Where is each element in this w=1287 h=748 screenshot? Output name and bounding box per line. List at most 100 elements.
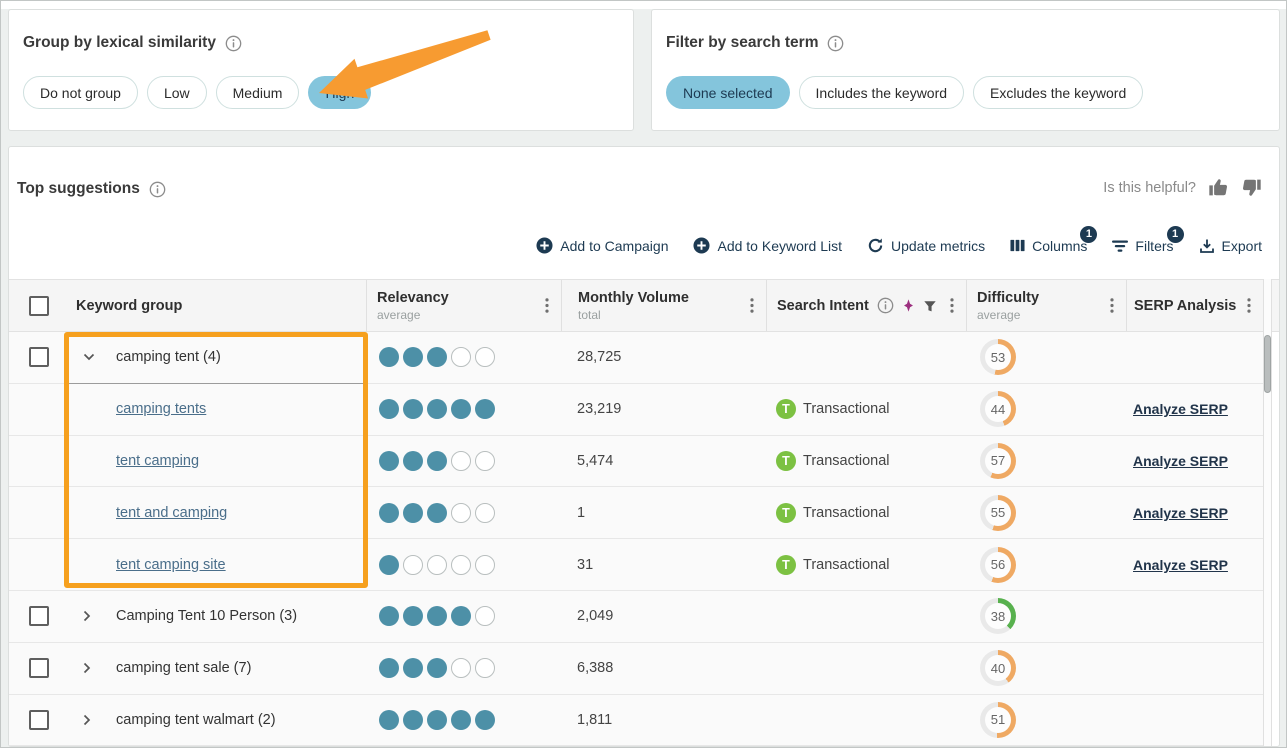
keyword-link[interactable]: camping tents: [116, 401, 206, 417]
analyze-serp-link[interactable]: Analyze SERP: [1133, 453, 1228, 469]
analyze-serp-link[interactable]: Analyze SERP: [1133, 505, 1228, 521]
panel-title-row: Top suggestions: [17, 180, 166, 198]
relevancy-dots: [379, 606, 499, 626]
intent-transactional-icon: T: [776, 399, 796, 419]
filter-option-pill[interactable]: Includes the keyword: [799, 76, 965, 109]
toolbar-label: Add to Keyword List: [717, 238, 842, 254]
relevancy-dots: [379, 399, 499, 419]
kebab-menu-icon[interactable]: [750, 298, 754, 313]
difficulty-gauge: 38: [980, 598, 1016, 634]
info-icon[interactable]: [149, 181, 166, 198]
download-icon: [1199, 238, 1215, 254]
kebab-menu-icon[interactable]: [950, 298, 954, 313]
difficulty-value: 53: [985, 344, 1011, 370]
intent-transactional-icon: T: [776, 451, 796, 471]
filter-option-pill[interactable]: Excludes the keyword: [973, 76, 1143, 109]
row-checkbox[interactable]: [29, 347, 49, 367]
group-by-options: Do not group Low MediumHigh: [23, 76, 371, 109]
relevancy-dots: [379, 710, 499, 730]
difficulty-gauge: 55: [980, 495, 1016, 531]
intent-transactional-icon: T: [776, 555, 796, 575]
row-checkbox[interactable]: [29, 658, 49, 678]
thumbs-down-icon[interactable]: [1241, 177, 1262, 198]
chevron-down-icon[interactable]: [83, 353, 95, 361]
intent-label: Transactional: [803, 401, 890, 417]
info-icon[interactable]: [827, 35, 844, 52]
plus-circle-icon: [693, 237, 710, 254]
relevancy-dots: [379, 451, 499, 471]
update-metrics-button[interactable]: Update metrics: [867, 237, 985, 254]
columns-button[interactable]: Columns1: [1010, 238, 1087, 254]
chevron-right-icon[interactable]: [83, 662, 91, 674]
chevron-right-icon[interactable]: [83, 610, 91, 622]
table-header: Keyword group Relevancy average Monthly …: [9, 279, 1279, 332]
scrollbar-thumb[interactable]: [1264, 335, 1271, 393]
suggestions-table: Keyword group Relevancy average Monthly …: [9, 279, 1279, 746]
monthly-volume-value: 6,388: [577, 660, 613, 676]
column-label: Monthly Volume: [578, 290, 689, 306]
kebab-menu-icon[interactable]: [545, 298, 549, 313]
group-by-panel: Group by lexical similarity Do not group…: [8, 9, 634, 131]
toolbar-label: Add to Campaign: [560, 238, 668, 254]
kebab-menu-icon[interactable]: [1110, 298, 1114, 313]
difficulty-gauge: 57: [980, 443, 1016, 479]
filters-button[interactable]: Filters1: [1112, 238, 1173, 254]
top-suggestions-title: Top suggestions: [17, 180, 140, 198]
kebab-menu-icon[interactable]: [1247, 298, 1251, 313]
header-cell-keyword-group: Keyword group: [66, 280, 366, 331]
relevancy-dots: [379, 555, 499, 575]
intent-label: Transactional: [803, 505, 890, 521]
add-to-campaign-button[interactable]: Add to Campaign: [536, 237, 668, 254]
relevancy-dots: [379, 347, 499, 367]
toolbar-label: Update metrics: [891, 238, 985, 254]
group-option-pill[interactable]: Medium: [216, 76, 300, 109]
helpful-widget: Is this helpful?: [1103, 177, 1262, 198]
count-badge: 1: [1167, 226, 1184, 243]
toolbar-label: Columns: [1032, 238, 1087, 254]
table-row: tent camping5,474TTransactional57Analyze…: [9, 436, 1263, 488]
table-row: Camping Tent 10 Person (3)2,04938: [9, 591, 1263, 643]
difficulty-gauge: 44: [980, 391, 1016, 427]
column-sublabel: total: [578, 308, 689, 322]
monthly-volume-value: 23,219: [577, 401, 621, 417]
table-row: camping tent sale (7)6,38840: [9, 643, 1263, 695]
difficulty-value: 57: [985, 448, 1011, 474]
add-to-keyword-list-button[interactable]: Add to Keyword List: [693, 237, 842, 254]
analyze-serp-link[interactable]: Analyze SERP: [1133, 557, 1228, 573]
row-checkbox[interactable]: [29, 606, 49, 626]
chevron-right-icon[interactable]: [83, 714, 91, 726]
filter-options: None selected Includes the keywordExclude…: [666, 76, 1143, 109]
group-by-title: Group by lexical similarity: [23, 34, 216, 52]
filter-option-pill[interactable]: None selected: [666, 76, 790, 109]
row-checkbox[interactable]: [29, 710, 49, 730]
panel-title-row: Filter by search term: [666, 34, 844, 52]
keyword-link[interactable]: tent camping: [116, 453, 199, 469]
table-row: tent camping site31TTransactional56Analy…: [9, 539, 1263, 591]
info-icon[interactable]: [225, 35, 242, 52]
keyword-link[interactable]: tent camping site: [116, 557, 226, 573]
filter-by-search-term-panel: Filter by search term None selected Inclu…: [651, 9, 1280, 131]
spark-icon: [902, 298, 915, 313]
thumbs-up-icon[interactable]: [1208, 177, 1229, 198]
intent-label: Transactional: [803, 453, 890, 469]
header-cell-search-intent: Search Intent: [766, 280, 966, 331]
group-option-pill[interactable]: Do not group: [23, 76, 138, 109]
group-option-pill[interactable]: Low: [147, 76, 207, 109]
column-label: Keyword group: [76, 298, 182, 314]
info-icon[interactable]: [877, 297, 894, 314]
analyze-serp-link[interactable]: Analyze SERP: [1133, 401, 1228, 417]
intent-transactional-icon: T: [776, 503, 796, 523]
export-button[interactable]: Export: [1199, 238, 1262, 254]
monthly-volume-value: 1,811: [577, 712, 612, 728]
group-option-pill[interactable]: High: [308, 76, 371, 109]
filter-funnel-icon[interactable]: [923, 299, 937, 313]
keyword-group-label: camping tent sale (7): [116, 660, 251, 676]
relevancy-dots: [379, 503, 499, 523]
table-row: tent and camping1TTransactional55Analyze…: [9, 487, 1263, 539]
column-label: SERP Analysis: [1134, 298, 1236, 314]
table-row: camping tent walmart (2)1,81151: [9, 695, 1263, 746]
refresh-icon: [867, 237, 884, 254]
keyword-link[interactable]: tent and camping: [116, 505, 227, 521]
keyword-group-label: camping tent walmart (2): [116, 712, 276, 728]
select-all-checkbox[interactable]: [29, 296, 49, 316]
